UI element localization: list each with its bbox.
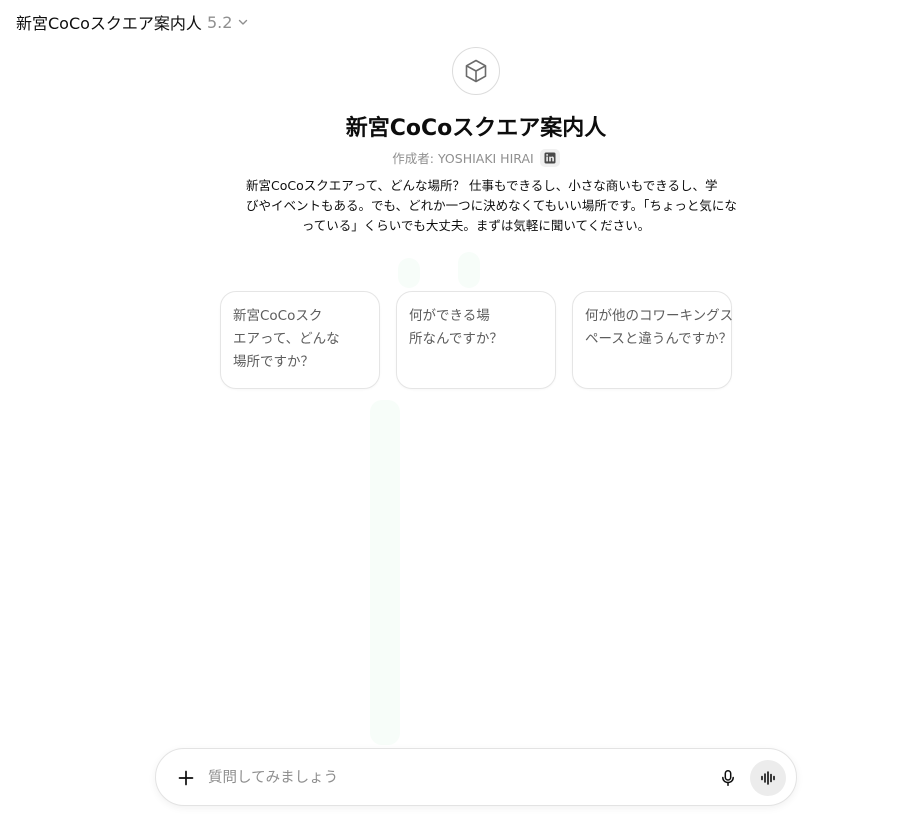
model-switcher[interactable]: 新宮CoCoスクエア案内人 5.2 (8, 9, 257, 35)
model-name: 新宮CoCoスクエア案内人 (16, 14, 202, 33)
starter-card-3[interactable]: 何が他のコワーキングス ペースと違うんですか？ (572, 291, 734, 389)
dictate-button[interactable] (714, 764, 742, 792)
background-decoration (370, 400, 400, 745)
starter-text: 新宮CoCoスク (233, 308, 323, 324)
background-decoration (458, 252, 480, 288)
starter-text: 所なんですか？ (409, 331, 503, 347)
attach-button[interactable] (172, 764, 200, 792)
gpt-title: 新宮CoCoスクエア案内人 (345, 116, 607, 141)
voice-mode-icon (761, 771, 775, 785)
starter-card-1[interactable]: 新宮CoCoスク エアって、どんな 場所ですか？ (220, 291, 380, 389)
linkedin-link[interactable] (539, 148, 560, 167)
voice-mode-button[interactable] (750, 760, 786, 796)
message-input[interactable] (208, 764, 708, 792)
plus-icon (178, 770, 194, 786)
starter-text: 場所ですか？ (233, 354, 314, 370)
chevron-down-icon (239, 19, 248, 25)
gpt-description: 新宮CoCoスクエアって、どんな場所？ 仕事もできるし、小さな商いもできるし、学… (246, 176, 737, 236)
microphone-icon (722, 770, 734, 787)
background-decoration (398, 258, 420, 288)
cube-icon (465, 59, 487, 83)
chat-page: 新宮CoCoスクエア案内人 5.2 新宮CoCoスクエア案内人 作成者: YOS… (0, 0, 920, 816)
description-line: っている」くらいでも大丈夫。まずは気軽に聞いてください。 (301, 218, 651, 233)
starter-card-2[interactable]: 何ができる場 所なんですか？ (396, 291, 556, 389)
starter-text: エアって、どんな (233, 331, 340, 347)
starter-text: 何ができる場 (409, 308, 490, 324)
gpt-avatar (452, 47, 500, 95)
description-line: 新宮CoCoスクエアって、どんな場所？ 仕事もできるし、小さな商いもできるし、学 (246, 178, 718, 193)
model-version: 5.2 (206, 12, 233, 32)
composer (155, 748, 797, 806)
starter-text: ペースと違うんですか？ (585, 331, 733, 347)
author-row: 作成者: YOSHIAKI HIRAI (0, 148, 920, 167)
author-label: 作成者: YOSHIAKI HIRAI (392, 151, 534, 166)
starter-text: 何が他のコワーキングス (585, 308, 734, 324)
description-line: びやイベントもある。でも、どれか一つに決めなくてもいい場所です。「ちょっと気にな (246, 198, 737, 213)
linkedin-icon (544, 152, 556, 163)
